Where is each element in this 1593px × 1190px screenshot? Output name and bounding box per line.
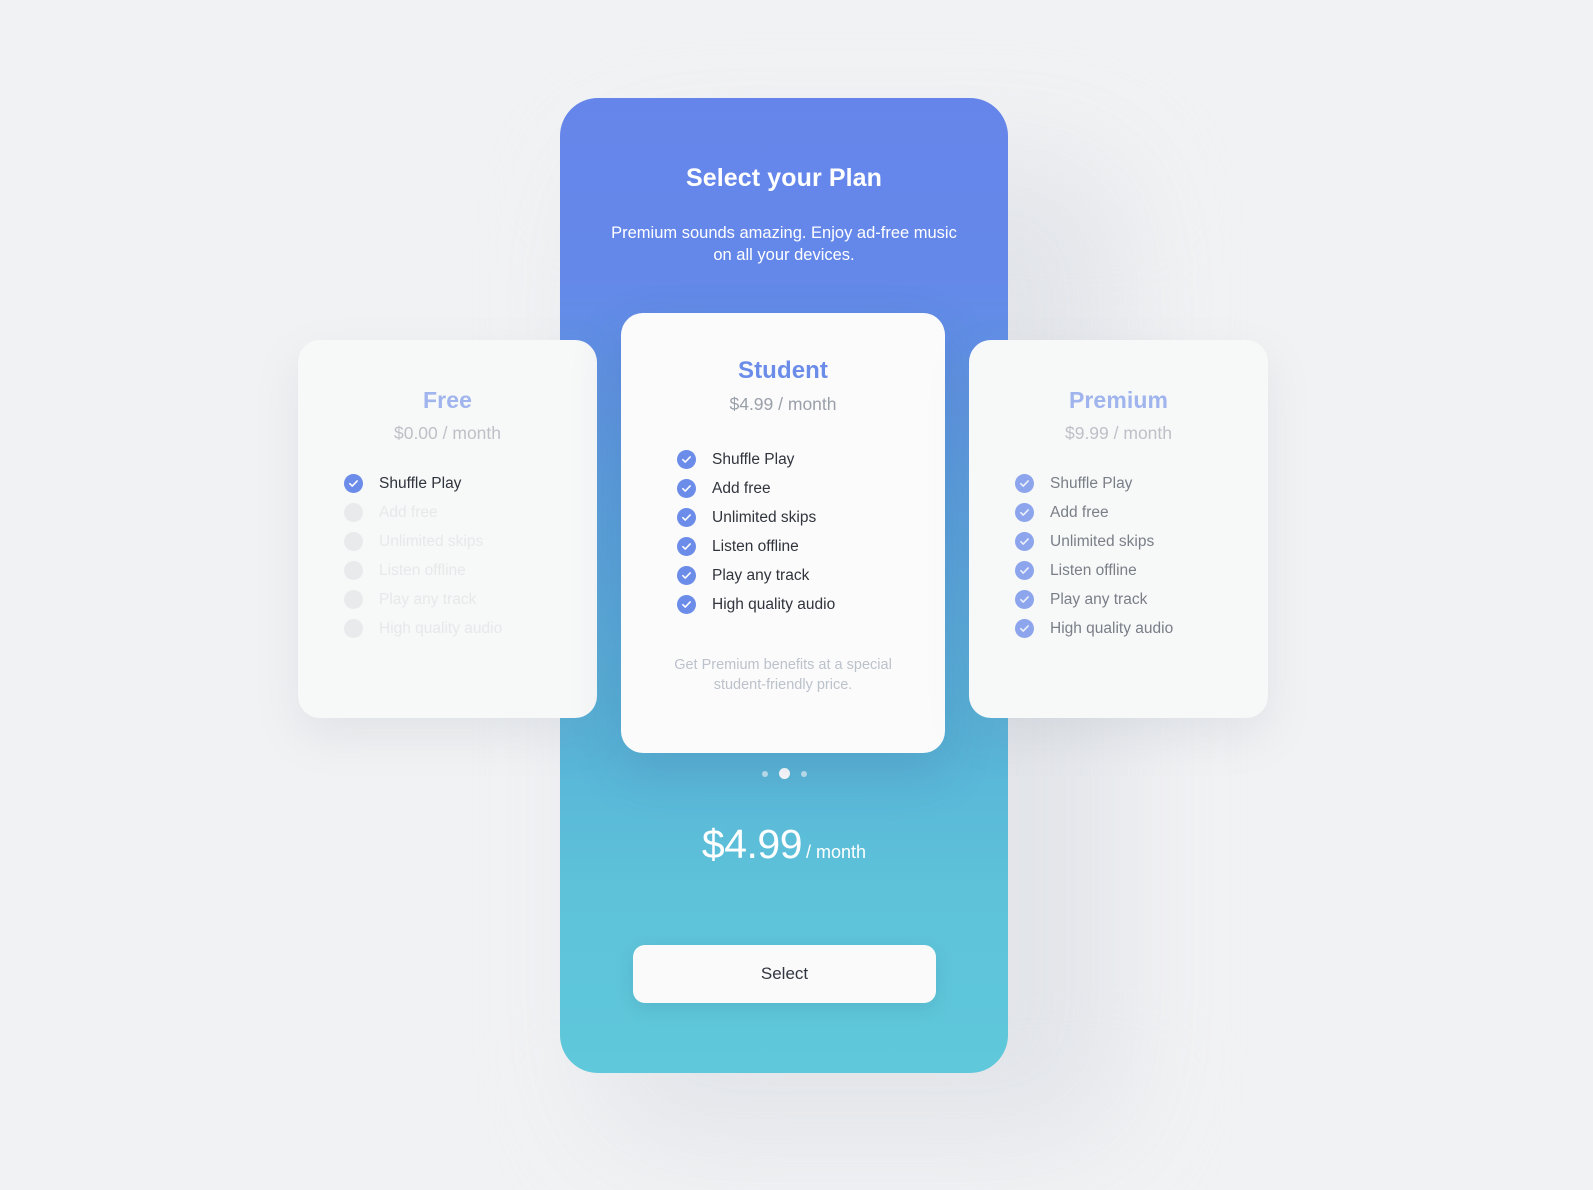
select-button[interactable]: Select xyxy=(633,945,936,1003)
plan-name-free: Free xyxy=(423,387,472,413)
plan-note-student: Get Premium benefits at a special studen… xyxy=(674,657,892,693)
check-icon xyxy=(1015,590,1034,609)
feature-item: Shuffle Play xyxy=(1015,469,1268,498)
feature-label: Play any track xyxy=(712,566,810,584)
carousel-dot-0[interactable] xyxy=(761,770,768,777)
plan-card-free[interactable]: Free $0.00 / month Shuffle Play Add free xyxy=(298,340,597,718)
feature-item: Listen offline xyxy=(677,532,945,561)
check-icon xyxy=(677,537,696,556)
plan-price-free: $0.00 / month xyxy=(393,423,502,443)
check-icon xyxy=(344,474,363,493)
plan-name-premium: Premium xyxy=(1068,387,1169,413)
feature-label: Unlimited skips xyxy=(1050,532,1155,550)
feature-item: High quality audio xyxy=(677,590,945,619)
feature-label: High quality audio xyxy=(712,595,836,613)
feature-label: Add free xyxy=(712,479,771,497)
plan-card-student-head: Student $4.99 / month xyxy=(621,313,945,415)
check-icon xyxy=(344,619,363,638)
feature-label: Play any track xyxy=(379,590,477,608)
check-icon xyxy=(677,508,696,527)
feature-item: High quality audio xyxy=(1015,614,1268,643)
feature-list-free: Shuffle Play Add free Unlimited skips Li… xyxy=(298,469,597,643)
feature-label: Add free xyxy=(379,503,438,521)
screen-header: Select your Plan Premium sounds amazing.… xyxy=(560,98,1008,267)
summary-period: / month xyxy=(806,842,867,862)
check-icon xyxy=(344,532,363,551)
app-stage: Select your Plan Premium sounds amazing.… xyxy=(0,0,1593,1190)
plan-card-student[interactable]: Student $4.99 / month Shuffle Play Add f… xyxy=(621,313,945,753)
feature-item: Play any track xyxy=(677,561,945,590)
check-icon xyxy=(1015,561,1034,580)
feature-list-premium: Shuffle Play Add free Unlimited skips Li… xyxy=(969,469,1268,643)
plan-price-student: $4.99 / month xyxy=(729,394,837,414)
feature-label: Add free xyxy=(1050,503,1109,521)
check-icon xyxy=(677,566,696,585)
check-icon xyxy=(344,561,363,580)
check-icon xyxy=(1015,503,1034,522)
check-icon xyxy=(677,450,696,469)
feature-item: Shuffle Play xyxy=(677,445,945,474)
feature-item: Unlimited skips xyxy=(677,503,945,532)
carousel-dot-1[interactable] xyxy=(778,768,790,779)
check-icon xyxy=(1015,619,1034,638)
plan-price-premium: $9.99 / month xyxy=(1064,423,1173,443)
feature-item: Shuffle Play xyxy=(344,469,597,498)
feature-label: Shuffle Play xyxy=(379,474,462,492)
check-icon xyxy=(1015,474,1034,493)
feature-label: Listen offline xyxy=(1050,561,1137,579)
plan-card-premium-head: Premium $9.99 / month xyxy=(969,340,1268,444)
feature-item: Listen offline xyxy=(344,556,597,585)
check-icon xyxy=(677,479,696,498)
selected-price-summary: $4.99/ month xyxy=(560,821,1008,868)
feature-label: Unlimited skips xyxy=(379,532,484,550)
check-icon xyxy=(677,595,696,614)
carousel-dots[interactable] xyxy=(560,768,1008,779)
check-icon xyxy=(344,503,363,522)
page-subtitle: Premium sounds amazing. Enjoy ad-free mu… xyxy=(611,224,957,264)
feature-item: Play any track xyxy=(344,585,597,614)
carousel-dot-2[interactable] xyxy=(800,770,807,777)
feature-item: Play any track xyxy=(1015,585,1268,614)
feature-item: Unlimited skips xyxy=(344,527,597,556)
plan-card-free-head: Free $0.00 / month xyxy=(298,340,597,444)
feature-label: Unlimited skips xyxy=(712,508,817,526)
feature-item: High quality audio xyxy=(344,614,597,643)
feature-label: High quality audio xyxy=(379,619,503,637)
feature-label: Shuffle Play xyxy=(712,450,795,468)
feature-label: Shuffle Play xyxy=(1050,474,1133,492)
plan-name-student: Student xyxy=(737,357,829,384)
feature-list-student: Shuffle Play Add free Unlimited skips Li… xyxy=(621,445,945,619)
feature-item: Unlimited skips xyxy=(1015,527,1268,556)
check-icon xyxy=(1015,532,1034,551)
feature-item: Add free xyxy=(1015,498,1268,527)
feature-label: Listen offline xyxy=(379,561,466,579)
feature-item: Listen offline xyxy=(1015,556,1268,585)
check-icon xyxy=(344,590,363,609)
feature-label: Play any track xyxy=(1050,590,1148,608)
page-title: Select your Plan xyxy=(685,164,883,192)
plan-card-premium[interactable]: Premium $9.99 / month Shuffle Play Add f… xyxy=(969,340,1268,718)
feature-label: High quality audio xyxy=(1050,619,1174,637)
feature-label: Listen offline xyxy=(712,537,799,555)
feature-item: Add free xyxy=(344,498,597,527)
summary-amount: $4.99 xyxy=(701,821,803,867)
feature-item: Add free xyxy=(677,474,945,503)
